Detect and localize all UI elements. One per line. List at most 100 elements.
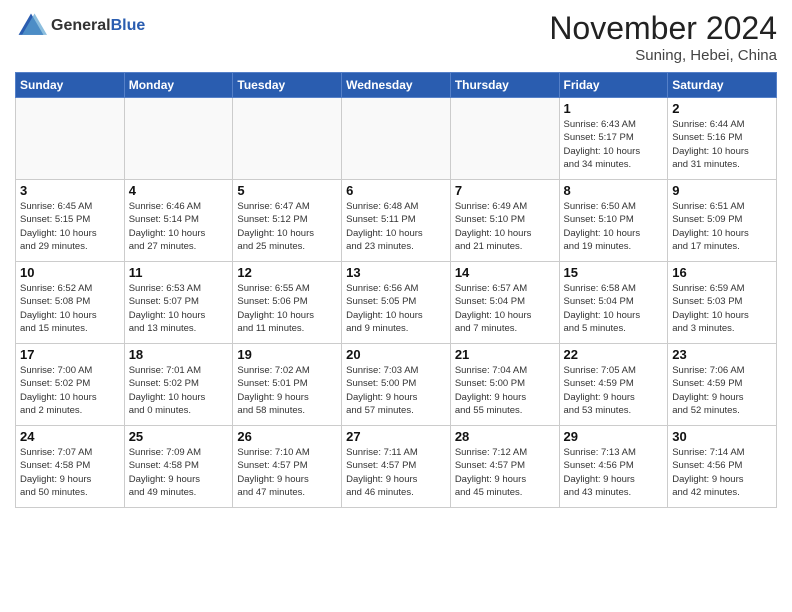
day-info: Sunrise: 6:49 AMSunset: 5:10 PMDaylight:… xyxy=(455,200,555,253)
day-number: 30 xyxy=(672,429,772,444)
page: GeneralBlue November 2024 Suning, Hebei,… xyxy=(0,0,792,612)
calendar-week-row: 17 Sunrise: 7:00 AMSunset: 5:02 PMDayligh… xyxy=(16,344,777,426)
day-number: 21 xyxy=(455,347,555,362)
day-number: 5 xyxy=(237,183,337,198)
day-number: 27 xyxy=(346,429,446,444)
day-number: 13 xyxy=(346,265,446,280)
calendar: Sunday Monday Tuesday Wednesday Thursday… xyxy=(15,72,777,508)
day-number: 25 xyxy=(129,429,229,444)
day-info: Sunrise: 6:57 AMSunset: 5:04 PMDaylight:… xyxy=(455,282,555,335)
day-info: Sunrise: 7:04 AMSunset: 5:00 PMDaylight:… xyxy=(455,364,555,417)
day-number: 2 xyxy=(672,101,772,116)
table-row: 28 Sunrise: 7:12 AMSunset: 4:57 PMDayligh… xyxy=(450,426,559,508)
day-info: Sunrise: 7:14 AMSunset: 4:56 PMDaylight:… xyxy=(672,446,772,499)
logo-icon xyxy=(15,10,47,42)
day-info: Sunrise: 6:55 AMSunset: 5:06 PMDaylight:… xyxy=(237,282,337,335)
day-number: 15 xyxy=(564,265,664,280)
table-row: 11Sunrise: 6:53 AMSunset: 5:07 PMDayligh… xyxy=(124,262,233,344)
table-row: 16Sunrise: 6:59 AMSunset: 5:03 PMDayligh… xyxy=(668,262,777,344)
table-row: 17 Sunrise: 7:00 AMSunset: 5:02 PMDayligh… xyxy=(16,344,125,426)
table-row xyxy=(450,98,559,180)
col-saturday: Saturday xyxy=(668,73,777,98)
table-row: 13 Sunrise: 6:56 AMSunset: 5:05 PMDayligh… xyxy=(342,262,451,344)
day-number: 12 xyxy=(237,265,337,280)
table-row: 5 Sunrise: 6:47 AMSunset: 5:12 PMDaylight… xyxy=(233,180,342,262)
day-number: 7 xyxy=(455,183,555,198)
header: GeneralBlue November 2024 Suning, Hebei,… xyxy=(15,10,777,64)
table-row: 8 Sunrise: 6:50 AMSunset: 5:10 PMDaylight… xyxy=(559,180,668,262)
table-row: 24 Sunrise: 7:07 AMSunset: 4:58 PMDayligh… xyxy=(16,426,125,508)
day-info: Sunrise: 6:43 AMSunset: 5:17 PMDaylight:… xyxy=(564,118,664,171)
day-number: 18 xyxy=(129,347,229,362)
table-row: 22Sunrise: 7:05 AMSunset: 4:59 PMDayligh… xyxy=(559,344,668,426)
day-number: 29 xyxy=(564,429,664,444)
table-row: 15Sunrise: 6:58 AMSunset: 5:04 PMDayligh… xyxy=(559,262,668,344)
day-info: Sunrise: 6:44 AMSunset: 5:16 PMDaylight:… xyxy=(672,118,772,171)
table-row: 3 Sunrise: 6:45 AMSunset: 5:15 PMDaylight… xyxy=(16,180,125,262)
table-row: 1 Sunrise: 6:43 AMSunset: 5:17 PMDaylight… xyxy=(559,98,668,180)
day-info: Sunrise: 6:48 AMSunset: 5:11 PMDaylight:… xyxy=(346,200,446,253)
table-row: 4 Sunrise: 6:46 AMSunset: 5:14 PMDaylight… xyxy=(124,180,233,262)
day-number: 24 xyxy=(20,429,120,444)
col-thursday: Thursday xyxy=(450,73,559,98)
day-number: 22 xyxy=(564,347,664,362)
day-info: Sunrise: 7:10 AMSunset: 4:57 PMDaylight:… xyxy=(237,446,337,499)
day-number: 8 xyxy=(564,183,664,198)
table-row: 14 Sunrise: 6:57 AMSunset: 5:04 PMDayligh… xyxy=(450,262,559,344)
day-info: Sunrise: 7:01 AMSunset: 5:02 PMDaylight:… xyxy=(129,364,229,417)
day-info: Sunrise: 7:11 AMSunset: 4:57 PMDaylight:… xyxy=(346,446,446,499)
table-row xyxy=(233,98,342,180)
calendar-week-row: 1 Sunrise: 6:43 AMSunset: 5:17 PMDaylight… xyxy=(16,98,777,180)
col-tuesday: Tuesday xyxy=(233,73,342,98)
table-row: 23Sunrise: 7:06 AMSunset: 4:59 PMDayligh… xyxy=(668,344,777,426)
calendar-week-row: 10 Sunrise: 6:52 AMSunset: 5:08 PMDayligh… xyxy=(16,262,777,344)
day-number: 11 xyxy=(129,265,229,280)
day-number: 19 xyxy=(237,347,337,362)
day-info: Sunrise: 7:13 AMSunset: 4:56 PMDaylight:… xyxy=(564,446,664,499)
day-number: 23 xyxy=(672,347,772,362)
table-row xyxy=(342,98,451,180)
table-row: 12 Sunrise: 6:55 AMSunset: 5:06 PMDayligh… xyxy=(233,262,342,344)
table-row: 6 Sunrise: 6:48 AMSunset: 5:11 PMDaylight… xyxy=(342,180,451,262)
calendar-header-row: Sunday Monday Tuesday Wednesday Thursday… xyxy=(16,73,777,98)
table-row: 19 Sunrise: 7:02 AMSunset: 5:01 PMDayligh… xyxy=(233,344,342,426)
day-number: 16 xyxy=(672,265,772,280)
logo-general: General xyxy=(51,17,111,34)
table-row: 30 Sunrise: 7:14 AMSunset: 4:56 PMDayligh… xyxy=(668,426,777,508)
day-number: 17 xyxy=(20,347,120,362)
day-info: Sunrise: 6:51 AMSunset: 5:09 PMDaylight:… xyxy=(672,200,772,253)
day-info: Sunrise: 7:07 AMSunset: 4:58 PMDaylight:… xyxy=(20,446,120,499)
day-info: Sunrise: 7:00 AMSunset: 5:02 PMDaylight:… xyxy=(20,364,120,417)
table-row xyxy=(124,98,233,180)
table-row: 25Sunrise: 7:09 AMSunset: 4:58 PMDayligh… xyxy=(124,426,233,508)
table-row xyxy=(16,98,125,180)
day-info: Sunrise: 6:45 AMSunset: 5:15 PMDaylight:… xyxy=(20,200,120,253)
day-number: 20 xyxy=(346,347,446,362)
day-number: 10 xyxy=(20,265,120,280)
table-row: 9 Sunrise: 6:51 AMSunset: 5:09 PMDaylight… xyxy=(668,180,777,262)
calendar-week-row: 3 Sunrise: 6:45 AMSunset: 5:15 PMDaylight… xyxy=(16,180,777,262)
col-friday: Friday xyxy=(559,73,668,98)
logo-blue: Blue xyxy=(111,17,146,34)
day-info: Sunrise: 7:12 AMSunset: 4:57 PMDaylight:… xyxy=(455,446,555,499)
day-info: Sunrise: 6:50 AMSunset: 5:10 PMDaylight:… xyxy=(564,200,664,253)
day-number: 26 xyxy=(237,429,337,444)
table-row: 26 Sunrise: 7:10 AMSunset: 4:57 PMDayligh… xyxy=(233,426,342,508)
day-number: 9 xyxy=(672,183,772,198)
day-info: Sunrise: 6:46 AMSunset: 5:14 PMDaylight:… xyxy=(129,200,229,253)
calendar-week-row: 24 Sunrise: 7:07 AMSunset: 4:58 PMDayligh… xyxy=(16,426,777,508)
logo: GeneralBlue xyxy=(15,10,145,42)
day-info: Sunrise: 6:47 AMSunset: 5:12 PMDaylight:… xyxy=(237,200,337,253)
day-number: 6 xyxy=(346,183,446,198)
col-sunday: Sunday xyxy=(16,73,125,98)
day-number: 3 xyxy=(20,183,120,198)
day-info: Sunrise: 6:52 AMSunset: 5:08 PMDaylight:… xyxy=(20,282,120,335)
day-number: 1 xyxy=(564,101,664,116)
day-info: Sunrise: 7:02 AMSunset: 5:01 PMDaylight:… xyxy=(237,364,337,417)
table-row: 2 Sunrise: 6:44 AMSunset: 5:16 PMDaylight… xyxy=(668,98,777,180)
location: Suning, Hebei, China xyxy=(549,47,777,64)
day-number: 4 xyxy=(129,183,229,198)
day-info: Sunrise: 6:56 AMSunset: 5:05 PMDaylight:… xyxy=(346,282,446,335)
day-number: 14 xyxy=(455,265,555,280)
day-number: 28 xyxy=(455,429,555,444)
